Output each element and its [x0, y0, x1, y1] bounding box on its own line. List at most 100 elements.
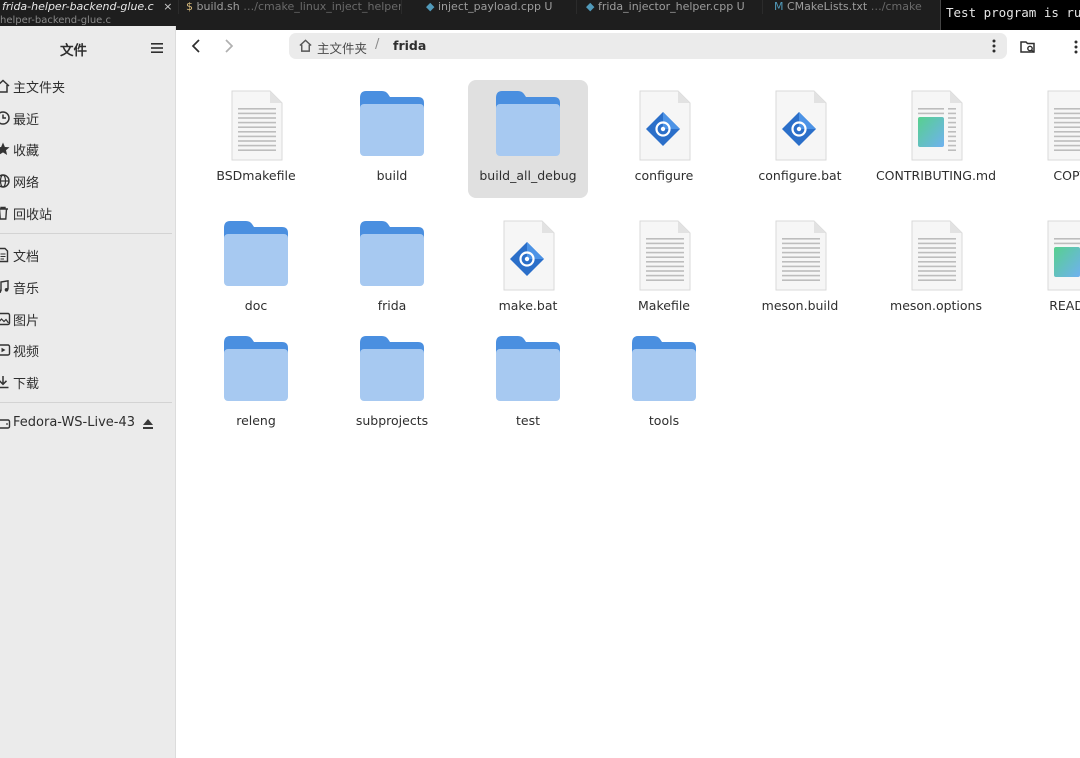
- file-item[interactable]: Makefile: [604, 210, 724, 328]
- sidebar-item-starred[interactable]: 收藏: [0, 134, 172, 164]
- sidebar-item-documents[interactable]: 文档: [0, 240, 172, 270]
- item-name: BSDmakefile: [216, 168, 296, 183]
- item-name: meson.options: [890, 298, 982, 313]
- file-item[interactable]: READM: [1012, 210, 1080, 328]
- file-grid: BSDmakefile build build_all_debug configure…: [176, 62, 1080, 758]
- folder-item[interactable]: doc: [196, 210, 316, 328]
- breadcrumb-separator: /: [375, 37, 380, 52]
- folder-icon: [360, 336, 424, 401]
- more-options-icon: [1074, 40, 1078, 54]
- sidebar-item-label: 图片: [13, 314, 40, 329]
- script-file-icon: [639, 90, 691, 161]
- breadcrumb-home[interactable]: 主文件夹: [317, 38, 367, 57]
- folder-icon: [360, 221, 424, 286]
- path-bar[interactable]: 主文件夹 / frida: [289, 33, 1007, 59]
- item-icon-wrapper: [632, 88, 696, 162]
- sidebar-item-network[interactable]: 网络: [0, 166, 172, 196]
- hamburger-icon: [151, 43, 163, 53]
- editor-tab-label: CMakeLists.txt: [787, 0, 868, 13]
- editor-tab[interactable]: ◆ frida_injector_helper.cpp U: [576, 0, 763, 14]
- sidebar-item-pictures[interactable]: 图片: [0, 304, 172, 334]
- sidebar-divider: [0, 402, 172, 403]
- editor-tab-label: build.sh: [196, 0, 240, 13]
- sidebar-item-label: 文档: [13, 250, 40, 265]
- item-name: meson.build: [761, 298, 839, 313]
- home-icon: [0, 79, 10, 93]
- item-icon-wrapper: [904, 218, 968, 292]
- sidebar-item-label: 视频: [13, 345, 40, 360]
- item-icon-wrapper: [496, 88, 560, 162]
- cmake-file-icon: M: [774, 0, 784, 13]
- sidebar-item-label: 音乐: [13, 282, 40, 297]
- folder-icon: [496, 336, 560, 401]
- file-item[interactable]: BSDmakefile: [196, 80, 316, 198]
- editor-tab[interactable]: ◆ inject_payload.cpp U: [416, 0, 577, 14]
- folder-item[interactable]: build: [332, 80, 452, 198]
- sidebar-item-recent[interactable]: 最近: [0, 103, 172, 133]
- item-icon-wrapper: [768, 218, 832, 292]
- network-icon: [0, 174, 10, 188]
- file-item[interactable]: CONTRIBUTING.md: [876, 80, 996, 198]
- view-options-button[interactable]: [1066, 35, 1080, 59]
- item-icon-wrapper: [632, 218, 696, 292]
- chevron-left-icon: [191, 39, 200, 53]
- editor-tab[interactable]: M CMakeLists.txt …/cmake: [764, 0, 945, 14]
- item-icon-wrapper: [496, 333, 560, 407]
- main-menu-button[interactable]: [144, 36, 170, 60]
- item-name: READM: [1049, 298, 1080, 313]
- home-icon: [299, 39, 312, 52]
- item-name: tools: [648, 413, 680, 428]
- file-item[interactable]: meson.build: [740, 210, 860, 328]
- drive-icon: [0, 419, 11, 429]
- item-icon-wrapper: [1040, 88, 1080, 162]
- file-item[interactable]: COPYI: [1012, 80, 1080, 198]
- item-name: COPYI: [1053, 168, 1080, 183]
- sidebar-item-downloads[interactable]: 下载: [0, 367, 172, 397]
- eject-icon[interactable]: [141, 417, 155, 431]
- item-icon-wrapper: [224, 218, 288, 292]
- editor-tab[interactable]: $ build.sh …/cmake_linux_inject_helper U: [176, 0, 402, 14]
- text-file-icon: [231, 90, 283, 161]
- folder-item[interactable]: subprojects: [332, 325, 452, 443]
- file-item[interactable]: configure.bat: [740, 80, 860, 198]
- text-file-icon: [911, 220, 963, 291]
- markdown-file-icon: [911, 90, 963, 161]
- editor-tab[interactable]: frida-helper-backend-glue.c ×: [0, 0, 179, 14]
- file-item[interactable]: configure: [604, 80, 724, 198]
- sidebar-item-label: 收藏: [13, 144, 40, 159]
- item-icon-wrapper: [496, 218, 560, 292]
- text-file-icon: [639, 220, 691, 291]
- close-icon[interactable]: ×: [163, 0, 172, 13]
- item-name: test: [515, 413, 540, 428]
- back-button[interactable]: [185, 34, 209, 58]
- sidebar-item-videos[interactable]: 视频: [0, 335, 172, 365]
- editor-breadcrumb: helper-backend-glue.c: [0, 15, 111, 26]
- more-options-icon[interactable]: [985, 37, 1003, 55]
- breadcrumb-current[interactable]: frida: [393, 38, 426, 53]
- item-icon-wrapper: [360, 218, 424, 292]
- sidebar-item-home[interactable]: 主文件夹: [0, 71, 172, 101]
- editor-tab-path: …/cmake_linux_inject_helper U: [243, 0, 402, 13]
- terminal-window: Test program is ru: [940, 0, 1080, 30]
- sidebar-item-trash[interactable]: 回收站: [0, 198, 172, 228]
- search-button[interactable]: [1016, 35, 1040, 59]
- file-item[interactable]: meson.options: [876, 210, 996, 328]
- item-icon-wrapper: [768, 88, 832, 162]
- item-name: configure.bat: [758, 168, 842, 183]
- folder-item[interactable]: tools: [604, 325, 724, 443]
- folder-search-icon: [1020, 41, 1035, 53]
- folder-item[interactable]: releng: [196, 325, 316, 443]
- folder-item[interactable]: frida: [332, 210, 452, 328]
- folder-item[interactable]: build_all_debug: [468, 80, 588, 198]
- star-icon: [0, 142, 10, 155]
- item-name: build_all_debug: [479, 168, 577, 183]
- sidebar-title: 文件: [60, 43, 87, 59]
- item-name: configure: [634, 168, 694, 183]
- sidebar-item-drive[interactable]: Fedora-WS-Live-43: [0, 409, 172, 439]
- sidebar-item-music[interactable]: 音乐: [0, 272, 172, 302]
- file-item[interactable]: make.bat: [468, 210, 588, 328]
- forward-button[interactable]: [216, 34, 240, 58]
- folder-item[interactable]: test: [468, 325, 588, 443]
- sidebar-item-label: 下载: [13, 377, 40, 392]
- script-file-icon: [503, 220, 555, 291]
